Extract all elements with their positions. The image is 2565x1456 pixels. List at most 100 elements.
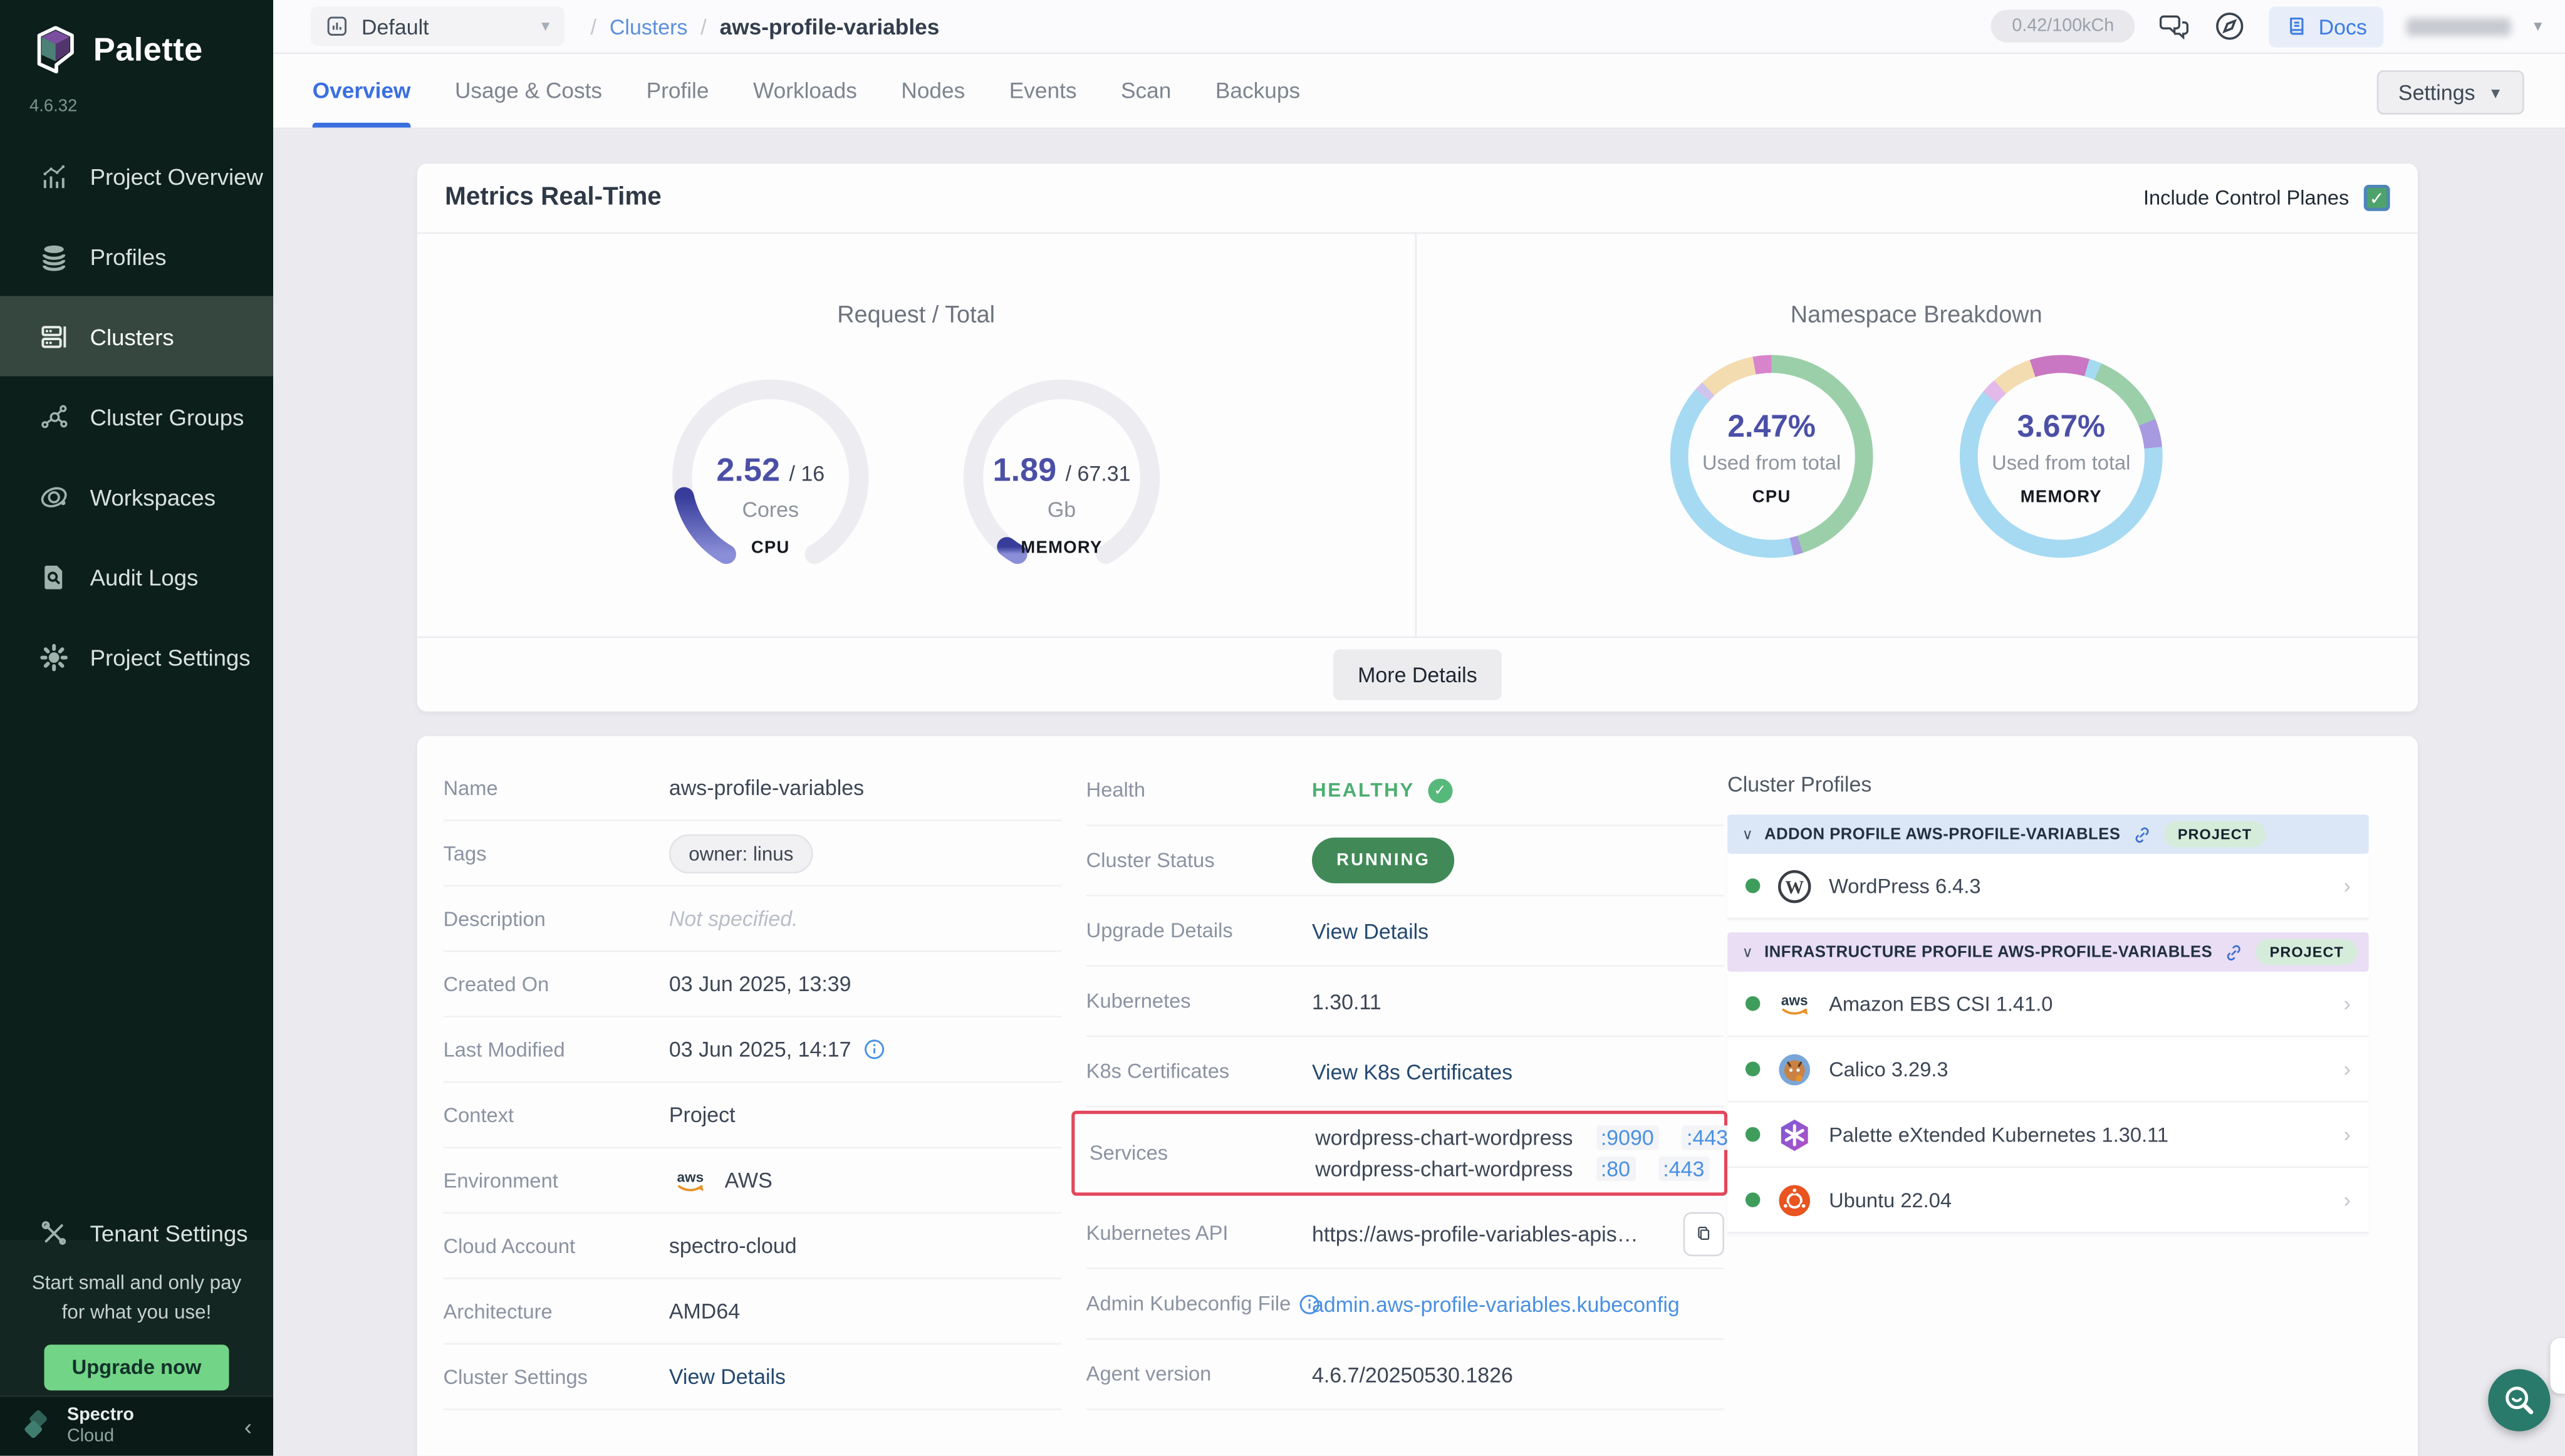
profile-group-name: ADDON PROFILE AWS-PROFILE-VARIABLES: [1764, 825, 2120, 843]
include-control-planes: Include Control Planes ✓: [2143, 185, 2390, 211]
detail-value: admin.aws-profile-variables.kubeconfig: [1312, 1291, 1724, 1316]
chat-icon[interactable]: [2158, 10, 2191, 43]
detail-label: Cluster Settings: [444, 1365, 669, 1388]
svg-text:aws: aws: [677, 1168, 704, 1184]
svg-text:aws: aws: [1781, 991, 1808, 1007]
chart-icon: [39, 161, 69, 190]
include-control-planes-label: Include Control Planes: [2143, 187, 2349, 210]
link-view-details[interactable]: View Details: [669, 1365, 786, 1389]
sidebar-item-profiles[interactable]: Profiles: [0, 216, 273, 296]
gauge-label: MEMORY: [955, 538, 1168, 558]
status-badge: RUNNING: [1312, 838, 1455, 883]
detail-value: View Details: [1312, 918, 1724, 943]
check-icon: ✓: [1428, 778, 1452, 803]
left-row-created-on: Created On03 Jun 2025, 13:39: [444, 952, 1062, 1017]
donut-label: MEMORY: [1960, 487, 2163, 507]
service-port-link[interactable]: :443: [1658, 1157, 1709, 1181]
tab-backups[interactable]: Backups: [1215, 54, 1300, 127]
palette-logo-icon: [33, 26, 78, 77]
tab-events[interactable]: Events: [1009, 54, 1077, 127]
service-port-link[interactable]: :9090: [1596, 1125, 1659, 1150]
help-search-fab[interactable]: [2488, 1369, 2550, 1431]
detail-value: Not specified.: [669, 906, 1062, 930]
gauge-value: 2.52 / 16: [664, 453, 877, 491]
link-admin-aws-profile-variables-kubeconfig[interactable]: admin.aws-profile-variables.kubeconfig: [1312, 1291, 1680, 1316]
middle-row-cluster-status: Cluster StatusRUNNING: [1086, 826, 1724, 897]
namespace-breakdown-section: Namespace Breakdown 2.47%Used from total…: [1417, 234, 2416, 636]
detail-label: Upgrade Details: [1086, 919, 1312, 942]
service-port-link[interactable]: :443: [1682, 1125, 1733, 1150]
audit-icon: [39, 562, 69, 591]
magnifier-smile-icon: [2501, 1382, 2537, 1418]
project-scope-icon: [326, 14, 349, 38]
tab-nodes[interactable]: Nodes: [901, 54, 965, 127]
sidebar-item-clusters[interactable]: Clusters: [0, 296, 273, 377]
service-port-link[interactable]: :80: [1596, 1157, 1635, 1181]
more-details-button[interactable]: More Details: [1333, 650, 1502, 700]
api-url: https://aws-profile-variables-apiserve..…: [1312, 1221, 1649, 1245]
include-control-planes-checkbox[interactable]: ✓: [2364, 185, 2390, 211]
profile-item-amazon-ebs-csi-1-41-0[interactable]: awsAmazon EBS CSI 1.41.0›: [1727, 972, 2369, 1037]
profile-item-palette-extended-kubernetes-1-30-11[interactable]: Palette eXtended Kubernetes 1.30.11›: [1727, 1103, 2369, 1168]
status-dot: [1746, 1062, 1760, 1076]
chevron-down-icon: ▾: [541, 17, 549, 35]
settings-button[interactable]: Settings ▼: [2377, 70, 2524, 114]
pxk-icon: [1777, 1116, 1813, 1152]
chevron-right-icon: ›: [2344, 1057, 2351, 1081]
profile-item-wordpress-6-4-3[interactable]: WWordPress 6.4.3›: [1727, 854, 2369, 919]
profile-group-header[interactable]: ∨ADDON PROFILE AWS-PROFILE-VARIABLESPROJ…: [1727, 814, 2369, 854]
breadcrumb-link-clusters[interactable]: Clusters: [610, 14, 688, 38]
sidebar-item-audit-logs[interactable]: Audit Logs: [0, 536, 273, 616]
user-menu-chevron-icon[interactable]: ▾: [2534, 17, 2542, 35]
sidebar-nav: Project OverviewProfiles Clusters Cluster …: [0, 136, 273, 697]
brand-text: Spectro Cloud: [67, 1405, 134, 1448]
sidebar-item-label: Clusters: [90, 323, 174, 350]
orbit-icon: [39, 482, 69, 511]
tab-overview[interactable]: Overview: [313, 54, 411, 127]
compass-icon[interactable]: [2214, 10, 2247, 43]
sidebar: Palette 4.6.32 Project OverviewProfilesC…: [0, 0, 273, 1456]
left-row-cloud-account: Cloud Accountspectro-cloud: [444, 1214, 1062, 1279]
edge-widget[interactable]: [2551, 1338, 2565, 1394]
detail-label: Tags: [444, 841, 669, 865]
chevron-right-icon: ›: [2344, 1188, 2351, 1212]
detail-label: K8s Certificates: [1086, 1060, 1312, 1083]
detail-label: Cluster Status: [1086, 849, 1312, 872]
services-list: wordpress-chart-wordpress:9090:443wordpr…: [1315, 1125, 1733, 1181]
cluster-profiles-groups: ∨ADDON PROFILE AWS-PROFILE-VARIABLESPROJ…: [1727, 814, 2369, 1233]
link-icon: [2132, 824, 2153, 845]
tab-usage-costs[interactable]: Usage & Costs: [455, 54, 602, 127]
profile-item-ubuntu-22-04[interactable]: Ubuntu 22.04›: [1727, 1168, 2369, 1233]
docs-label: Docs: [2319, 14, 2367, 38]
spectro-cloud-logo-icon: [21, 1410, 54, 1443]
tab-scan[interactable]: Scan: [1121, 54, 1171, 127]
user-name-redacted[interactable]: [2406, 17, 2511, 35]
sidebar-item-project-overview[interactable]: Project Overview: [0, 136, 273, 216]
detail-value: aws-profile-variables: [669, 776, 1062, 800]
page-content: Metrics Real-Time Include Control Planes…: [273, 131, 2565, 1456]
link-view-details[interactable]: View Details: [1312, 918, 1428, 943]
detail-value: AMD64: [669, 1299, 1062, 1323]
sidebar-item-cluster-groups[interactable]: Cluster Groups: [0, 377, 273, 457]
profile-items: WWordPress 6.4.3›: [1727, 854, 2369, 919]
docs-button[interactable]: Docs: [2269, 6, 2383, 46]
gauge-unit: Cores: [664, 497, 877, 522]
profile-item-calico-3-29-3[interactable]: Calico 3.29.3›: [1727, 1037, 2369, 1102]
copy-button[interactable]: [1683, 1211, 1724, 1255]
gauges: 2.52 / 16CoresCPU 1.89 / 67.31GbMEMORY: [417, 377, 1415, 580]
upgrade-now-button[interactable]: Upgrade now: [44, 1344, 229, 1390]
link-view-k8s-certificates[interactable]: View K8s Certificates: [1312, 1059, 1512, 1084]
detail-label: Admin Kubeconfig File: [1086, 1292, 1312, 1316]
collapse-sidebar-icon[interactable]: ‹: [244, 1413, 252, 1440]
profile-group-header[interactable]: ∨INFRASTRUCTURE PROFILE AWS-PROFILE-VARI…: [1727, 932, 2369, 972]
metrics-card: Metrics Real-Time Include Control Planes…: [417, 164, 2418, 712]
sidebar-item-project-settings[interactable]: Project Settings: [0, 616, 273, 697]
project-selector[interactable]: Default ▾: [311, 6, 565, 46]
detail-value: 1.30.11: [1312, 989, 1724, 1013]
details-left-column: Nameaws-profile-variablesTagsowner: linu…: [444, 756, 1062, 1410]
sidebar-item-workspaces[interactable]: Workspaces: [0, 456, 273, 536]
detail-value: View K8s Certificates: [1312, 1059, 1724, 1084]
donut-caption: Used from total: [1960, 452, 2163, 475]
tab-profile[interactable]: Profile: [647, 54, 709, 127]
tab-workloads[interactable]: Workloads: [753, 54, 857, 127]
